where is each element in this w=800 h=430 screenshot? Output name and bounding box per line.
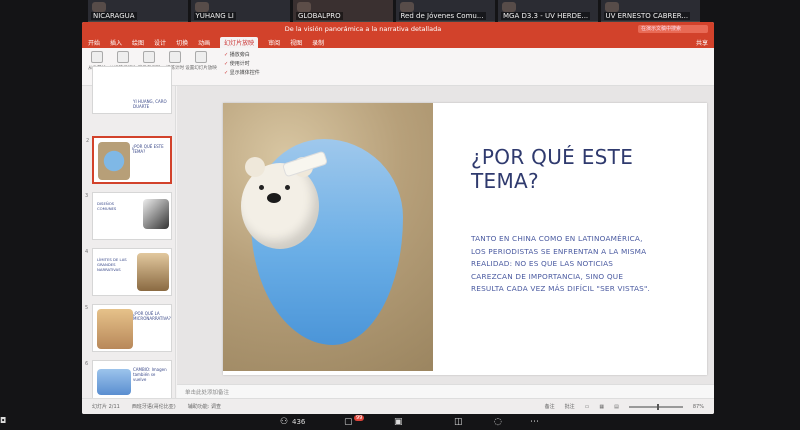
video-thumbnail: [297, 2, 311, 12]
participants-icon[interactable]: ⚇: [280, 417, 288, 427]
search-input[interactable]: 在演示文稿中搜索: [638, 25, 708, 33]
zoom-level[interactable]: 87%: [693, 404, 704, 410]
slide-image: [97, 309, 133, 349]
video-thumbnail: [194, 2, 209, 12]
zoom-slider[interactable]: [628, 403, 683, 410]
slide-photo[interactable]: [223, 103, 433, 371]
slideshow-options: 播放旁白 使用计时 显示媒体控件: [224, 51, 260, 76]
tab-transitions[interactable]: 切换: [176, 38, 188, 47]
tab-insert[interactable]: 插入: [110, 38, 122, 47]
settings-icon: [195, 51, 207, 63]
camera-icon[interactable]: ◘: [0, 416, 6, 425]
more-icon[interactable]: ⋯: [530, 417, 539, 427]
status-bar: 幻灯片 2/11 西班牙语(哥伦比亚) 辅助功能: 调查 备注 批注 ▭ ▦ ▤…: [82, 398, 714, 414]
comments-button[interactable]: 批注: [565, 403, 575, 410]
chat-badge: 99: [354, 415, 365, 421]
participant-tile[interactable]: UV ERNESTO CABRER...: [600, 0, 700, 22]
tab-slideshow[interactable]: 幻灯片放映: [220, 36, 259, 48]
notes-button[interactable]: 备注: [545, 403, 555, 410]
participant-name: Red de Jóvenes Comu...: [398, 12, 486, 20]
participant-strip: NICARAGUA YUHANG LI GLOBALPRO Red de Jóv…: [88, 0, 700, 22]
tab-design[interactable]: 设计: [154, 38, 166, 47]
slide-thumbnail-3[interactable]: 3 DISEÑOS COMUNES: [85, 192, 172, 240]
play-icon: [91, 51, 103, 63]
slide-image: [98, 142, 130, 180]
show-media-controls-checkbox[interactable]: 显示媒体控件: [224, 69, 260, 76]
slide-thumbnail-pane[interactable]: YI HUANG, CARO DUARTE 2 ¿POR QUÉ ESTE TE…: [82, 66, 176, 408]
ribbon-toolbar: 从头开始 从当前幻灯片 演示者视图 排练计时 设置幻灯片放映 播放旁白 使用计时…: [82, 48, 714, 86]
timer-icon: [169, 51, 181, 63]
slide-title[interactable]: ¿POR QUÉ ESTE TEMA?: [471, 145, 681, 193]
polar-bear-figure: [241, 157, 319, 249]
video-thumbnail: [604, 2, 619, 12]
participant-count: 436: [292, 418, 306, 426]
record-icon[interactable]: ◫: [454, 417, 463, 427]
play-narrations-checkbox[interactable]: 播放旁白: [224, 51, 260, 58]
participant-name: GLOBALPRO: [296, 12, 343, 20]
participant-tile[interactable]: GLOBALPRO: [293, 0, 393, 22]
participant-tile[interactable]: MGA D3.3 - UV HERDE...: [498, 0, 598, 22]
video-thumbnail: [502, 2, 516, 12]
use-timings-checkbox[interactable]: 使用计时: [224, 60, 260, 67]
participant-name: YUHANG LI: [193, 12, 236, 20]
slide-thumbnail-2[interactable]: 2 ¿POR QUÉ ESTE TEMA?: [86, 136, 172, 184]
participant-name: NICARAGUA: [91, 12, 137, 20]
tab-animations[interactable]: 动画: [198, 38, 210, 47]
slide-image: [137, 253, 169, 291]
powerpoint-window: De la visión panorámica a la narrativa d…: [82, 22, 714, 414]
participant-tile[interactable]: Red de Jóvenes Comu...: [395, 0, 495, 22]
participant-name: MGA D3.3 - UV HERDE...: [501, 12, 591, 20]
current-slide[interactable]: ¿POR QUÉ ESTE TEMA? TANTO EN CHINA COMO …: [223, 103, 707, 375]
video-thumbnail: [399, 2, 414, 12]
presenter-icon: [143, 51, 155, 63]
tab-draw[interactable]: 绘图: [132, 38, 144, 47]
accessibility-indicator[interactable]: 辅助功能: 调查: [188, 403, 221, 410]
slide-thumbnail-5[interactable]: 5 ¿POR QUÉ LA MICRONARRATIVA?: [85, 304, 172, 352]
chat-icon[interactable]: ▢: [344, 417, 353, 427]
slide-body-text[interactable]: TANTO EN CHINA COMO EN LATINOAMÉRICA, LO…: [471, 233, 651, 296]
setup-slideshow-button[interactable]: 设置幻灯片放映: [185, 51, 217, 71]
slide-editor[interactable]: ¿POR QUÉ ESTE TEMA? TANTO EN CHINA COMO …: [177, 86, 714, 384]
slide-thumbnail-1[interactable]: YI HUANG, CARO DUARTE: [92, 66, 172, 114]
participant-tile[interactable]: YUHANG LI: [190, 0, 290, 22]
slide-image: [143, 199, 169, 229]
reading-view-icon[interactable]: ▤: [614, 404, 619, 410]
participant-name: UV ERNESTO CABRER...: [603, 12, 691, 20]
play-current-icon: [117, 51, 129, 63]
reactions-icon[interactable]: ◌: [494, 417, 502, 427]
sorter-view-icon[interactable]: ▦: [599, 404, 604, 410]
participant-tile[interactable]: NICARAGUA: [88, 0, 188, 22]
status-right-controls: 备注 批注 ▭ ▦ ▤ 87%: [545, 403, 704, 410]
ribbon-tabs: 开始 插入 绘图 设计 切换 动画 幻灯片放映 审阅 视图 录制 共享: [82, 36, 714, 48]
document-title: De la visión panorámica a la narrativa d…: [284, 25, 442, 33]
tab-home[interactable]: 开始: [88, 38, 100, 47]
language-indicator[interactable]: 西班牙语(哥伦比亚): [132, 403, 176, 410]
meeting-toolbar: ◘ ⚇ 436 ▢ 99 ▣ ◫ ◌ ⋯: [0, 414, 800, 430]
slide-image: [97, 369, 131, 395]
slide-counter: 幻灯片 2/11: [92, 404, 120, 410]
tab-review[interactable]: 审阅: [268, 38, 280, 47]
notes-pane[interactable]: 单击此处添加备注: [177, 384, 714, 398]
video-thumbnail: [92, 2, 106, 12]
tab-view[interactable]: 视图: [290, 38, 302, 47]
tab-record[interactable]: 录制: [312, 38, 324, 47]
share-screen-icon[interactable]: ▣: [394, 417, 403, 427]
normal-view-icon[interactable]: ▭: [585, 404, 590, 410]
slide-thumbnail-4[interactable]: 4 LÍMITES DE LAS GRANDES NARRATIVAS: [85, 248, 172, 296]
title-bar: De la visión panorámica a la narrativa d…: [82, 22, 714, 36]
share-button[interactable]: 共享: [696, 38, 708, 47]
